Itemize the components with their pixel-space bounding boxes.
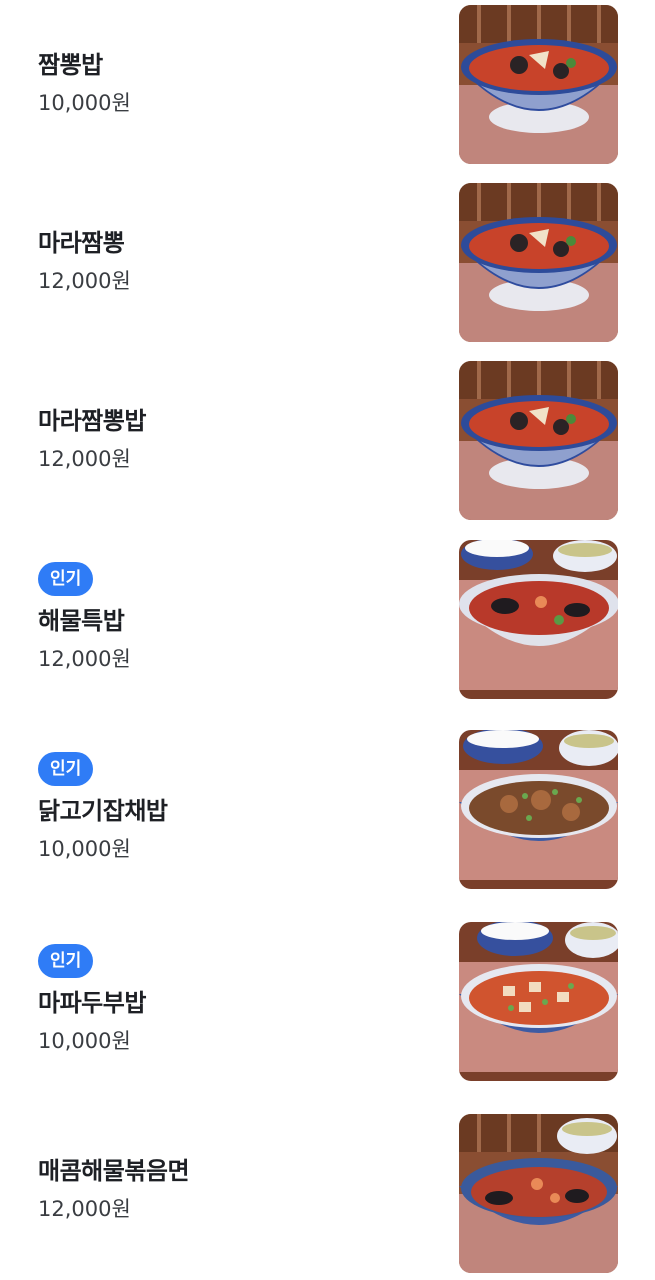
menu-item-name: 마파두부밥 [38,989,146,1017]
menu-item-info: 짬뽕밥 10,000원 [38,48,131,118]
menu-item-price: 12,000원 [38,647,131,671]
menu-item[interactable]: 마라짬뽕 12,000원 [0,178,655,356]
menu-item-price: 10,000원 [38,91,131,115]
menu-item-photo[interactable] [459,5,618,164]
menu-item-name: 해물특밥 [38,607,125,635]
menu-item-info: 인기 마파두부밥 10,000원 [38,944,146,1056]
menu-item-photo[interactable] [459,922,618,1081]
popular-badge: 인기 [38,752,94,786]
menu-item[interactable]: 매콤해물볶음면 12,000원 [0,1098,655,1280]
menu-item-photo[interactable] [459,183,618,342]
menu-item-name: 닭고기잡채밥 [38,797,168,825]
menu-item-photo[interactable] [459,1114,618,1273]
menu-item-photo[interactable] [459,540,618,699]
menu-item-info: 인기 닭고기잡채밥 10,000원 [38,752,168,864]
menu-item-info: 마라짬뽕밥 12,000원 [38,404,146,474]
menu-item-photo[interactable] [459,361,618,520]
menu-item-name: 마라짬뽕밥 [38,407,146,435]
menu-item-price: 12,000원 [38,1197,131,1221]
menu-item[interactable]: 인기 마파두부밥 10,000원 [0,918,655,1098]
menu-item-name: 매콤해물볶음면 [38,1157,190,1185]
menu-item-info: 매콤해물볶음면 12,000원 [38,1154,190,1224]
menu-item-price: 10,000원 [38,1029,131,1053]
menu-item[interactable]: 인기 해물특밥 12,000원 [0,534,655,726]
popular-badge: 인기 [38,944,94,978]
menu-item-price: 12,000원 [38,447,131,471]
menu-item-info: 마라짬뽕 12,000원 [38,226,131,296]
popular-badge: 인기 [38,562,94,596]
menu-item[interactable]: 짬뽕밥 10,000원 [0,0,655,178]
menu-item[interactable]: 마라짬뽕밥 12,000원 [0,356,655,534]
menu-item-price: 12,000원 [38,269,131,293]
menu-item-photo[interactable] [459,730,618,889]
menu-item-name: 마라짬뽕 [38,229,125,257]
menu-item-info: 인기 해물특밥 12,000원 [38,562,131,674]
menu-item[interactable]: 인기 닭고기잡채밥 10,000원 [0,726,655,918]
menu-item-name: 짬뽕밥 [38,51,103,79]
menu-item-price: 10,000원 [38,837,131,861]
